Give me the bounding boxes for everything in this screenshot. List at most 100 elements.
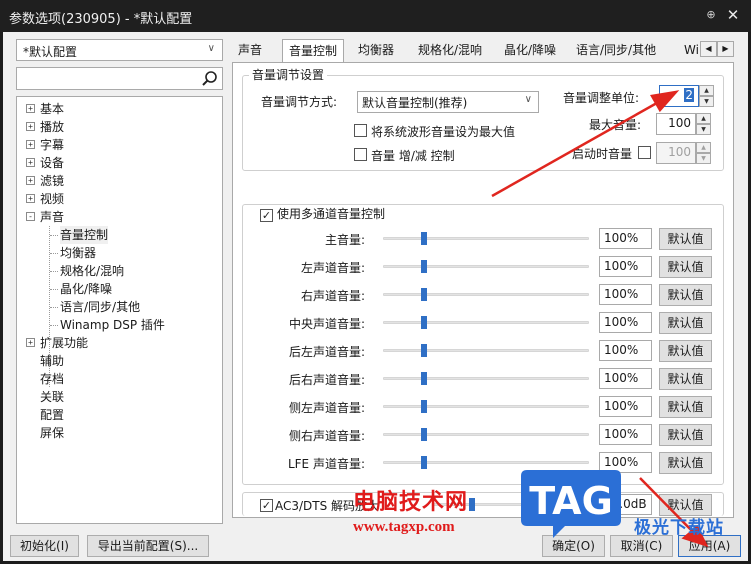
- tree-item[interactable]: 辅助: [17, 352, 222, 370]
- channel-slider-thumb[interactable]: [421, 344, 427, 357]
- tree-item[interactable]: + 滤镜: [17, 172, 222, 190]
- channel-slider-track[interactable]: [383, 405, 589, 408]
- tab-item[interactable]: 声音: [232, 41, 268, 61]
- spin-down-icon[interactable]: ▼: [699, 96, 714, 107]
- spin-down-icon[interactable]: ▼: [696, 153, 711, 164]
- channel-slider-track[interactable]: [383, 433, 589, 436]
- spin-up-icon[interactable]: ▲: [696, 113, 711, 124]
- expand-icon[interactable]: +: [26, 158, 35, 167]
- expand-icon[interactable]: +: [26, 338, 35, 347]
- ac3-checkbox[interactable]: ✓: [260, 499, 273, 512]
- tree-item[interactable]: 规格化/混响: [17, 262, 222, 280]
- spin-up-icon[interactable]: ▲: [699, 85, 714, 96]
- channel-slider-thumb[interactable]: [421, 372, 427, 385]
- channel-value-field[interactable]: 100%: [599, 340, 652, 361]
- pin-icon[interactable]: ⊕: [704, 8, 718, 22]
- channel-slider-thumb[interactable]: [421, 400, 427, 413]
- channel-default-button[interactable]: 默认值: [659, 368, 712, 390]
- channel-default-button[interactable]: 默认值: [659, 424, 712, 446]
- tab-scroll-left-icon[interactable]: ◀: [700, 41, 717, 57]
- profile-select[interactable]: *默认配置 ∨: [16, 39, 223, 61]
- method-label: 音量调节方式:: [261, 95, 338, 109]
- channel-slider-track[interactable]: [383, 265, 589, 268]
- method-select[interactable]: 默认音量控制(推荐) ∨: [357, 91, 539, 113]
- expand-icon[interactable]: +: [26, 176, 35, 185]
- multichannel-checkbox[interactable]: ✓: [260, 209, 273, 222]
- channel-default-button[interactable]: 默认值: [659, 452, 712, 474]
- spin-down-icon[interactable]: ▼: [696, 124, 711, 135]
- channel-slider-thumb[interactable]: [421, 456, 427, 469]
- startup-volume-spinner-buttons[interactable]: ▲ ▼: [696, 142, 711, 164]
- channel-slider-track[interactable]: [383, 349, 589, 352]
- tree-item[interactable]: 存档: [17, 370, 222, 388]
- tab-scroll-right-icon[interactable]: ▶: [717, 41, 734, 57]
- search-icon[interactable]: [201, 70, 219, 90]
- step-control-checkbox[interactable]: [354, 148, 367, 161]
- channel-value-field[interactable]: 100%: [599, 228, 652, 249]
- tab-item[interactable]: 均衡器: [352, 41, 400, 61]
- tree-item[interactable]: + 视频: [17, 190, 222, 208]
- channel-slider-track[interactable]: [383, 237, 589, 240]
- expand-icon[interactable]: +: [26, 104, 35, 113]
- tab-item[interactable]: 晶化/降噪: [498, 41, 562, 61]
- ac3-slider-thumb[interactable]: [469, 498, 475, 511]
- search-input[interactable]: [16, 67, 223, 90]
- export-config-button[interactable]: 导出当前配置(S)...: [87, 535, 209, 557]
- channel-slider-thumb[interactable]: [421, 260, 427, 273]
- startup-volume-checkbox[interactable]: [638, 146, 651, 159]
- expand-icon[interactable]: +: [26, 122, 35, 131]
- channel-value-field[interactable]: 100%: [599, 312, 652, 333]
- max-volume-spinner[interactable]: 100 ▲ ▼: [656, 113, 711, 135]
- tree-item[interactable]: 语言/同步/其他: [17, 298, 222, 316]
- unit-spinner-buttons[interactable]: ▲ ▼: [699, 85, 714, 107]
- init-button[interactable]: 初始化(I): [10, 535, 79, 557]
- tree-item[interactable]: 配置: [17, 406, 222, 424]
- channel-slider-thumb[interactable]: [421, 428, 427, 441]
- tree-item[interactable]: + 播放: [17, 118, 222, 136]
- max-volume-spinner-buttons[interactable]: ▲ ▼: [696, 113, 711, 135]
- tab-item[interactable]: 音量控制: [282, 39, 345, 63]
- tree-item[interactable]: 屏保: [17, 424, 222, 442]
- channel-value-field[interactable]: 100%: [599, 368, 652, 389]
- channel-slider-track[interactable]: [383, 461, 589, 464]
- channel-slider-track[interactable]: [383, 321, 589, 324]
- channel-label: 侧左声道音量:: [288, 401, 365, 415]
- collapse-icon[interactable]: -: [26, 212, 35, 221]
- tree-item[interactable]: - 声音: [17, 208, 222, 226]
- close-icon[interactable]: ✕: [724, 6, 742, 24]
- tab-item[interactable]: 规格化/混响: [412, 41, 488, 61]
- tree-item[interactable]: Winamp DSP 插件: [17, 316, 222, 334]
- channel-value-field[interactable]: 100%: [599, 284, 652, 305]
- channel-value-field[interactable]: 100%: [599, 396, 652, 417]
- tree-item[interactable]: 音量控制: [17, 226, 222, 244]
- channel-slider-thumb[interactable]: [421, 288, 427, 301]
- channel-value-field[interactable]: 100%: [599, 424, 652, 445]
- channel-default-button[interactable]: 默认值: [659, 340, 712, 362]
- channel-slider-track[interactable]: [383, 377, 589, 380]
- startup-volume-spinner[interactable]: 100 ▲ ▼: [656, 142, 711, 164]
- apply-button[interactable]: 应用(A): [678, 535, 741, 557]
- tab-item[interactable]: 语言/同步/其他: [570, 41, 662, 61]
- channel-label: 右声道音量:: [300, 289, 365, 303]
- spin-up-icon[interactable]: ▲: [696, 142, 711, 153]
- tree-item[interactable]: 关联: [17, 388, 222, 406]
- max-waveform-checkbox[interactable]: [354, 124, 367, 137]
- channel-slider-thumb[interactable]: [421, 316, 427, 329]
- channel-slider-thumb[interactable]: [421, 232, 427, 245]
- channel-default-button[interactable]: 默认值: [659, 312, 712, 334]
- channel-default-button[interactable]: 默认值: [659, 284, 712, 306]
- channel-default-button[interactable]: 默认值: [659, 396, 712, 418]
- channel-slider-track[interactable]: [383, 293, 589, 296]
- expand-icon[interactable]: +: [26, 194, 35, 203]
- unit-spinner[interactable]: 2 ▲ ▼: [659, 85, 714, 107]
- tree-item[interactable]: 晶化/降噪: [17, 280, 222, 298]
- tree-item[interactable]: + 扩展功能: [17, 334, 222, 352]
- tree-item[interactable]: + 基本: [17, 100, 222, 118]
- tree-item[interactable]: + 设备: [17, 154, 222, 172]
- channel-value-field[interactable]: 100%: [599, 256, 652, 277]
- channel-default-button[interactable]: 默认值: [659, 256, 712, 278]
- tree-item[interactable]: 均衡器: [17, 244, 222, 262]
- channel-default-button[interactable]: 默认值: [659, 228, 712, 250]
- expand-icon[interactable]: +: [26, 140, 35, 149]
- tree-item[interactable]: + 字幕: [17, 136, 222, 154]
